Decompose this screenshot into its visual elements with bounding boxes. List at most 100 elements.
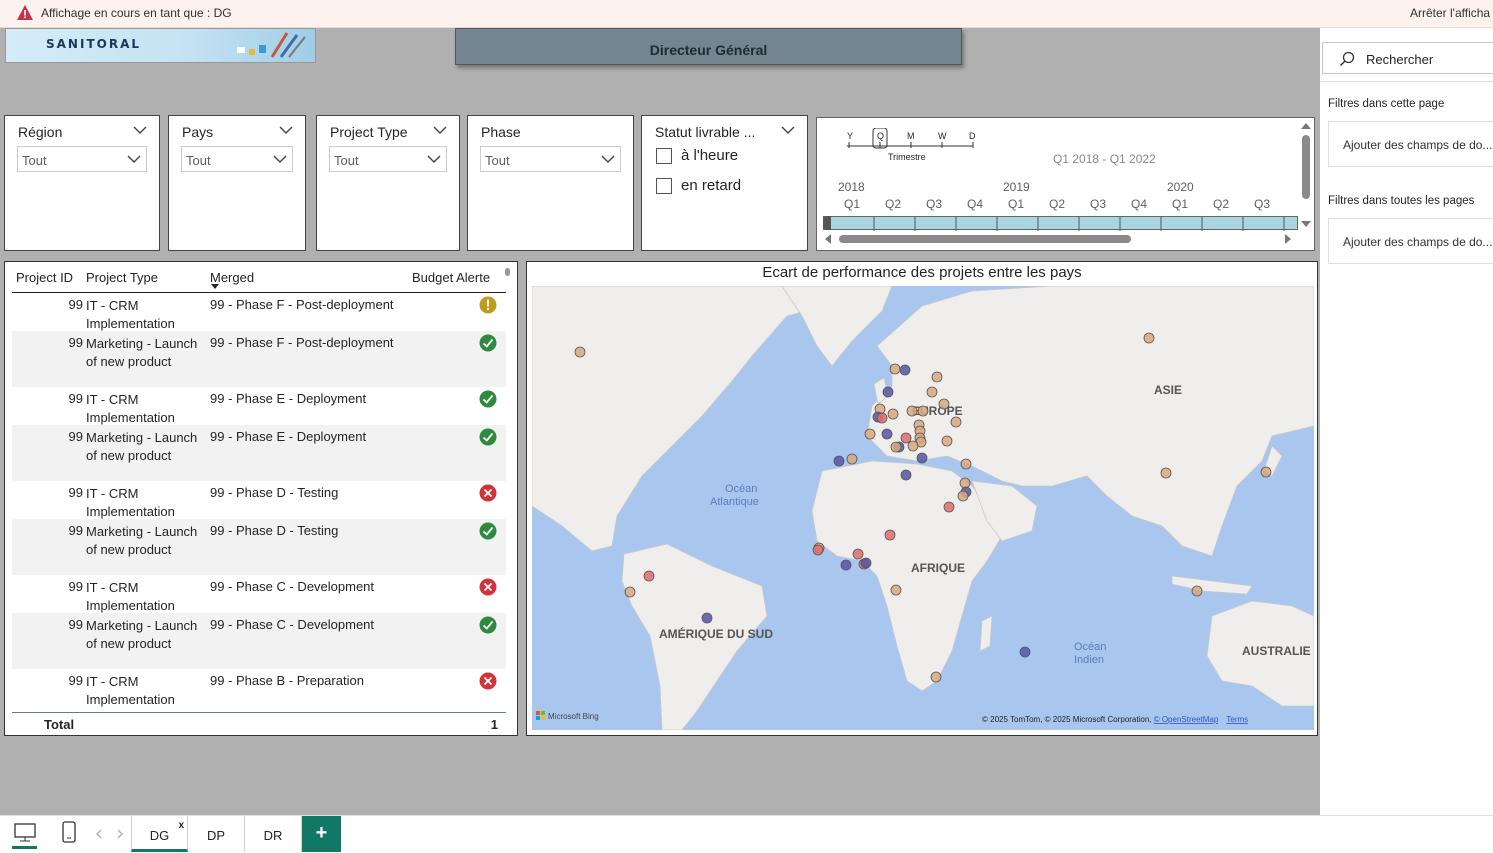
map-marker[interactable] <box>846 453 858 465</box>
column-header-merged[interactable]: Merged <box>210 270 254 285</box>
table-row[interactable]: 99 IT - CRM Implementation 99 - Phase B … <box>12 669 506 709</box>
map-marker[interactable] <box>833 455 845 467</box>
region-dropdown[interactable]: Tout <box>17 146 147 172</box>
table-row[interactable]: 99 Marketing - Launch of new product 99 … <box>12 519 506 575</box>
filters-search-input[interactable]: Rechercher <box>1322 42 1493 74</box>
map-marker[interactable] <box>906 405 918 417</box>
granularity-q[interactable]: Q <box>877 131 884 141</box>
map-marker[interactable] <box>916 452 928 464</box>
map-marker[interactable] <box>943 501 955 513</box>
tab-dr[interactable]: DR <box>245 816 302 852</box>
map-marker[interactable] <box>840 559 852 571</box>
desktop-layout-icon[interactable] <box>14 823 36 843</box>
tab-dp[interactable]: DP <box>188 816 245 852</box>
map-marker[interactable] <box>1160 467 1172 479</box>
map-marker[interactable] <box>926 386 938 398</box>
viewing-as-banner: Affichage en cours en tant que : DG Arrê… <box>0 0 1493 28</box>
osm-link[interactable]: © OpenStreetMap <box>1154 715 1219 724</box>
checkbox-a-l-heure[interactable] <box>656 148 672 164</box>
map-marker[interactable] <box>860 557 872 569</box>
table-row[interactable]: 99 IT - CRM Implementation 99 - Phase F … <box>12 293 506 331</box>
column-header-project-id[interactable]: Project ID <box>16 270 73 285</box>
stop-viewing-button[interactable]: Arrêter l'afficha <box>1410 6 1490 20</box>
world-map[interactable]: EUROPE ASIE AFRIQUE AMÉRIQUE DU SUD AUST… <box>532 286 1314 730</box>
column-header-project-type[interactable]: Project Type <box>86 270 158 285</box>
pays-dropdown[interactable]: Tout <box>181 146 293 172</box>
page-filters-drop-well[interactable]: Ajouter des champs de do... <box>1328 121 1493 167</box>
table-scroll-thumb[interactable] <box>505 268 510 276</box>
granularity-y[interactable]: Y <box>847 131 853 141</box>
check-status-icon <box>479 522 497 540</box>
map-marker[interactable] <box>890 441 902 453</box>
map-marker[interactable] <box>938 398 950 410</box>
map-marker[interactable] <box>900 432 912 444</box>
all-pages-filters-heading: Filtres dans toutes les pages <box>1328 195 1475 207</box>
map-marker[interactable] <box>1260 466 1272 478</box>
map-marker[interactable] <box>907 440 919 452</box>
timeline-start-handle[interactable] <box>823 216 831 230</box>
vertical-scrollbar[interactable] <box>1299 123 1313 227</box>
project-type-dropdown[interactable]: Tout <box>329 146 447 172</box>
all-pages-filters-drop-well[interactable]: Ajouter des champs de do... <box>1328 218 1493 264</box>
map-marker[interactable] <box>930 671 942 683</box>
table-row[interactable]: 99 IT - CRM Implementation 99 - Phase E … <box>12 387 506 425</box>
projects-table: Project ID Project Type Merged Budget Al… <box>4 261 518 736</box>
map-marker[interactable] <box>959 477 971 489</box>
map-marker[interactable] <box>884 529 896 541</box>
map-marker[interactable] <box>899 364 911 376</box>
map-marker[interactable] <box>876 412 888 424</box>
checkbox-en-retard[interactable] <box>656 178 672 194</box>
map-marker[interactable] <box>931 371 943 383</box>
map-marker[interactable] <box>643 570 655 582</box>
map-marker[interactable] <box>1143 332 1155 344</box>
map-marker[interactable] <box>852 548 864 560</box>
map-marker[interactable] <box>941 435 953 447</box>
chevron-down-icon[interactable] <box>133 125 147 135</box>
granularity-d[interactable]: D <box>969 131 976 141</box>
map-marker[interactable] <box>864 428 876 440</box>
close-tab-icon[interactable]: x <box>178 820 184 831</box>
cell-merged: 99 - Phase D - Testing <box>210 485 339 500</box>
chevron-left-icon[interactable] <box>95 829 103 839</box>
map-marker[interactable] <box>574 346 586 358</box>
map-marker[interactable] <box>890 584 902 596</box>
horizontal-scrollbar[interactable] <box>825 231 1295 247</box>
map-marker[interactable] <box>1191 585 1203 597</box>
map-marker[interactable] <box>887 408 899 420</box>
column-header-budget-alerte[interactable]: Budget Alerte <box>412 270 490 285</box>
chevron-right-icon[interactable] <box>116 829 124 839</box>
granularity-w[interactable]: W <box>938 131 947 141</box>
option-label-a-l-heure: à l'heure <box>681 147 739 164</box>
map-marker[interactable] <box>1019 646 1031 658</box>
granularity-m[interactable]: M <box>907 131 915 141</box>
map-marker[interactable] <box>960 458 972 470</box>
map-marker[interactable] <box>882 386 894 398</box>
chevron-down-icon <box>273 155 287 163</box>
map-marker[interactable] <box>889 363 901 375</box>
map-marker[interactable] <box>701 612 713 624</box>
map-marker[interactable] <box>900 469 912 481</box>
chevron-down-icon[interactable] <box>781 125 795 135</box>
table-row[interactable]: 99 Marketing - Launch of new product 99 … <box>12 613 506 669</box>
timeline-track[interactable] <box>823 216 1298 231</box>
cell-merged: 99 - Phase C - Development <box>210 617 375 632</box>
map-marker[interactable] <box>957 490 969 502</box>
table-row[interactable]: 99 Marketing - Launch of new product 99 … <box>12 331 506 387</box>
table-row[interactable]: 99 Marketing - Launch of new product 99 … <box>12 425 506 481</box>
mobile-layout-icon[interactable] <box>62 821 76 843</box>
map-marker[interactable] <box>881 428 893 440</box>
tab-dg[interactable]: DG x <box>131 816 188 852</box>
pane-divider <box>1320 81 1493 82</box>
add-page-button[interactable]: + <box>302 816 341 852</box>
check-status-icon <box>479 428 497 446</box>
terms-link[interactable]: Terms <box>1226 715 1248 724</box>
map-marker[interactable] <box>917 405 929 417</box>
phase-dropdown[interactable]: Tout <box>480 146 621 172</box>
map-marker[interactable] <box>812 544 824 556</box>
chevron-down-icon[interactable] <box>279 125 293 135</box>
chevron-down-icon[interactable] <box>433 125 447 135</box>
map-marker[interactable] <box>950 416 962 428</box>
table-row[interactable]: 99 IT - CRM Implementation 99 - Phase C … <box>12 575 506 613</box>
table-row[interactable]: 99 IT - CRM Implementation 99 - Phase D … <box>12 481 506 519</box>
map-marker[interactable] <box>624 586 636 598</box>
